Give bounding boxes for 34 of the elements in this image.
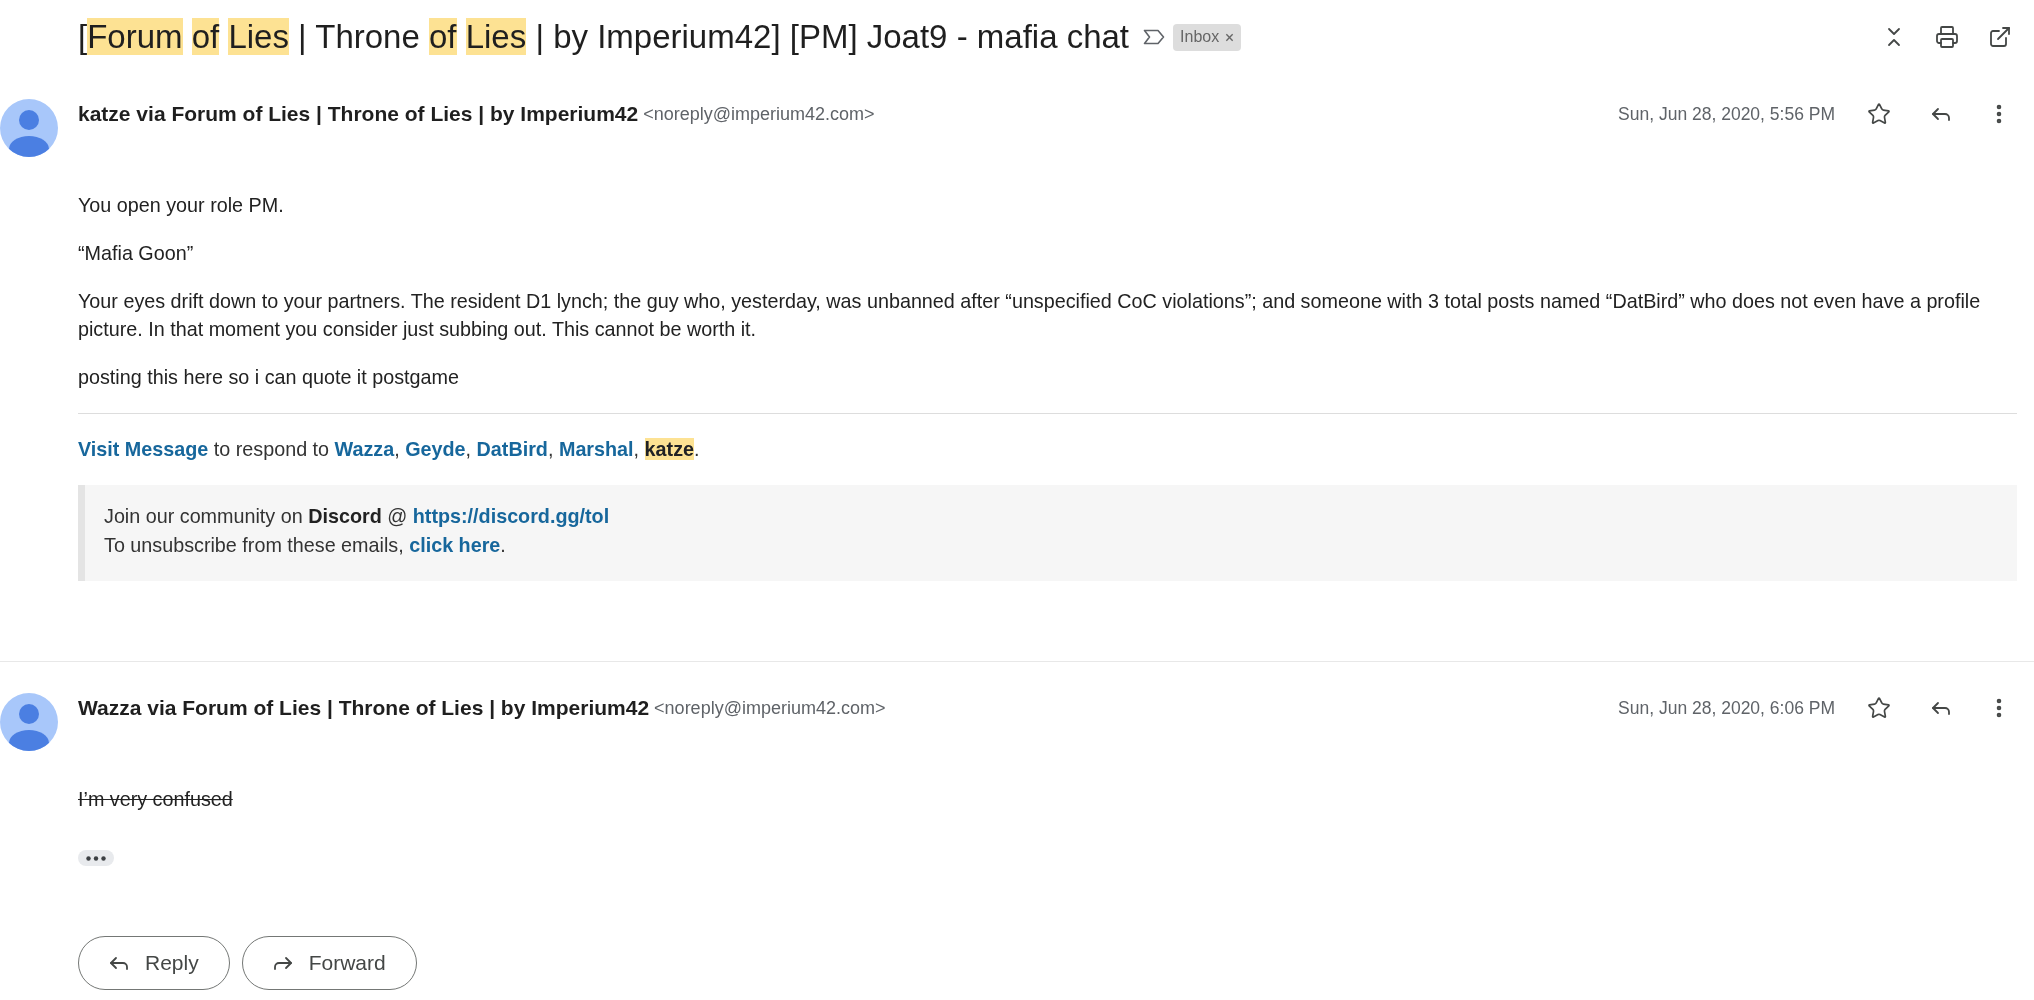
sender-email: <noreply@imperium42.com> (654, 696, 886, 720)
star-icon[interactable] (1867, 102, 1891, 126)
message-paragraph: You open your role PM. (78, 193, 285, 218)
sender-email: <noreply@imperium42.com> (643, 102, 875, 126)
message-date: Sun, Jun 28, 2020, 6:06 PM (1618, 696, 1835, 720)
visit-message-link[interactable]: Visit Message (78, 438, 209, 460)
chevron-tag-icon[interactable] (1143, 29, 1166, 45)
notice-link[interactable]: click here (409, 534, 501, 556)
recipient-link[interactable]: Wazza (334, 438, 395, 460)
message-paragraph: “Mafia Goon” (78, 241, 195, 266)
notice-line: To unsubscribe from these emails, click here. (104, 533, 507, 558)
notice-link[interactable]: https://discord.gg/tol (412, 505, 610, 527)
message-paragraph: Your eyes drift down to your partners. The resident D1 lynch; the guy who, yesterday, was unbanned after “unspecified CoC violations”; and someone with 3 total posts named “DatBird” who does not even have a profile picture. In that moment you consider just subbing out. This cannot be worth it. (78, 289, 1982, 342)
print-icon[interactable] (1935, 25, 1959, 49)
label-chip[interactable]: Inbox (1173, 23, 1242, 51)
recipient-link[interactable]: Geyde (405, 438, 466, 460)
avatar-icon (0, 693, 58, 751)
sender-name: Wazza via Forum of Lies | Throne of Lies | by Imperium42 (78, 695, 650, 722)
close-icon[interactable] (1225, 32, 1235, 42)
show-trimmed-content-button[interactable] (78, 850, 114, 866)
sender-name: katze via Forum of Lies | Throne of Lies | by Imperium42 (78, 101, 639, 128)
message-paragraph: posting this here so i can quote it postgame (78, 365, 460, 390)
notice-line: Join our community on Discord @ https://discord.gg/tol (104, 504, 611, 529)
respond-line: Visit Message to respond to Wazza, Geyde, DatBird, Marshal, katze. (78, 437, 701, 462)
recipient-link[interactable]: DatBird (476, 438, 548, 460)
recipient-link[interactable]: katze (644, 438, 694, 460)
recipient-link[interactable]: Marshal (558, 438, 634, 460)
thread-subject: [Forum of Lies | Throne of Lies | by Imperium42] [PM] Joat9 - mafia chat (78, 17, 1130, 57)
star-icon[interactable] (1867, 696, 1891, 720)
message-paragraph: I’m very confused (78, 787, 234, 812)
avatar-icon (0, 99, 58, 157)
external-link-icon[interactable] (1988, 25, 2012, 49)
message-date: Sun, Jun 28, 2020, 5:56 PM (1618, 102, 1835, 126)
dots-icon (86, 855, 106, 861)
